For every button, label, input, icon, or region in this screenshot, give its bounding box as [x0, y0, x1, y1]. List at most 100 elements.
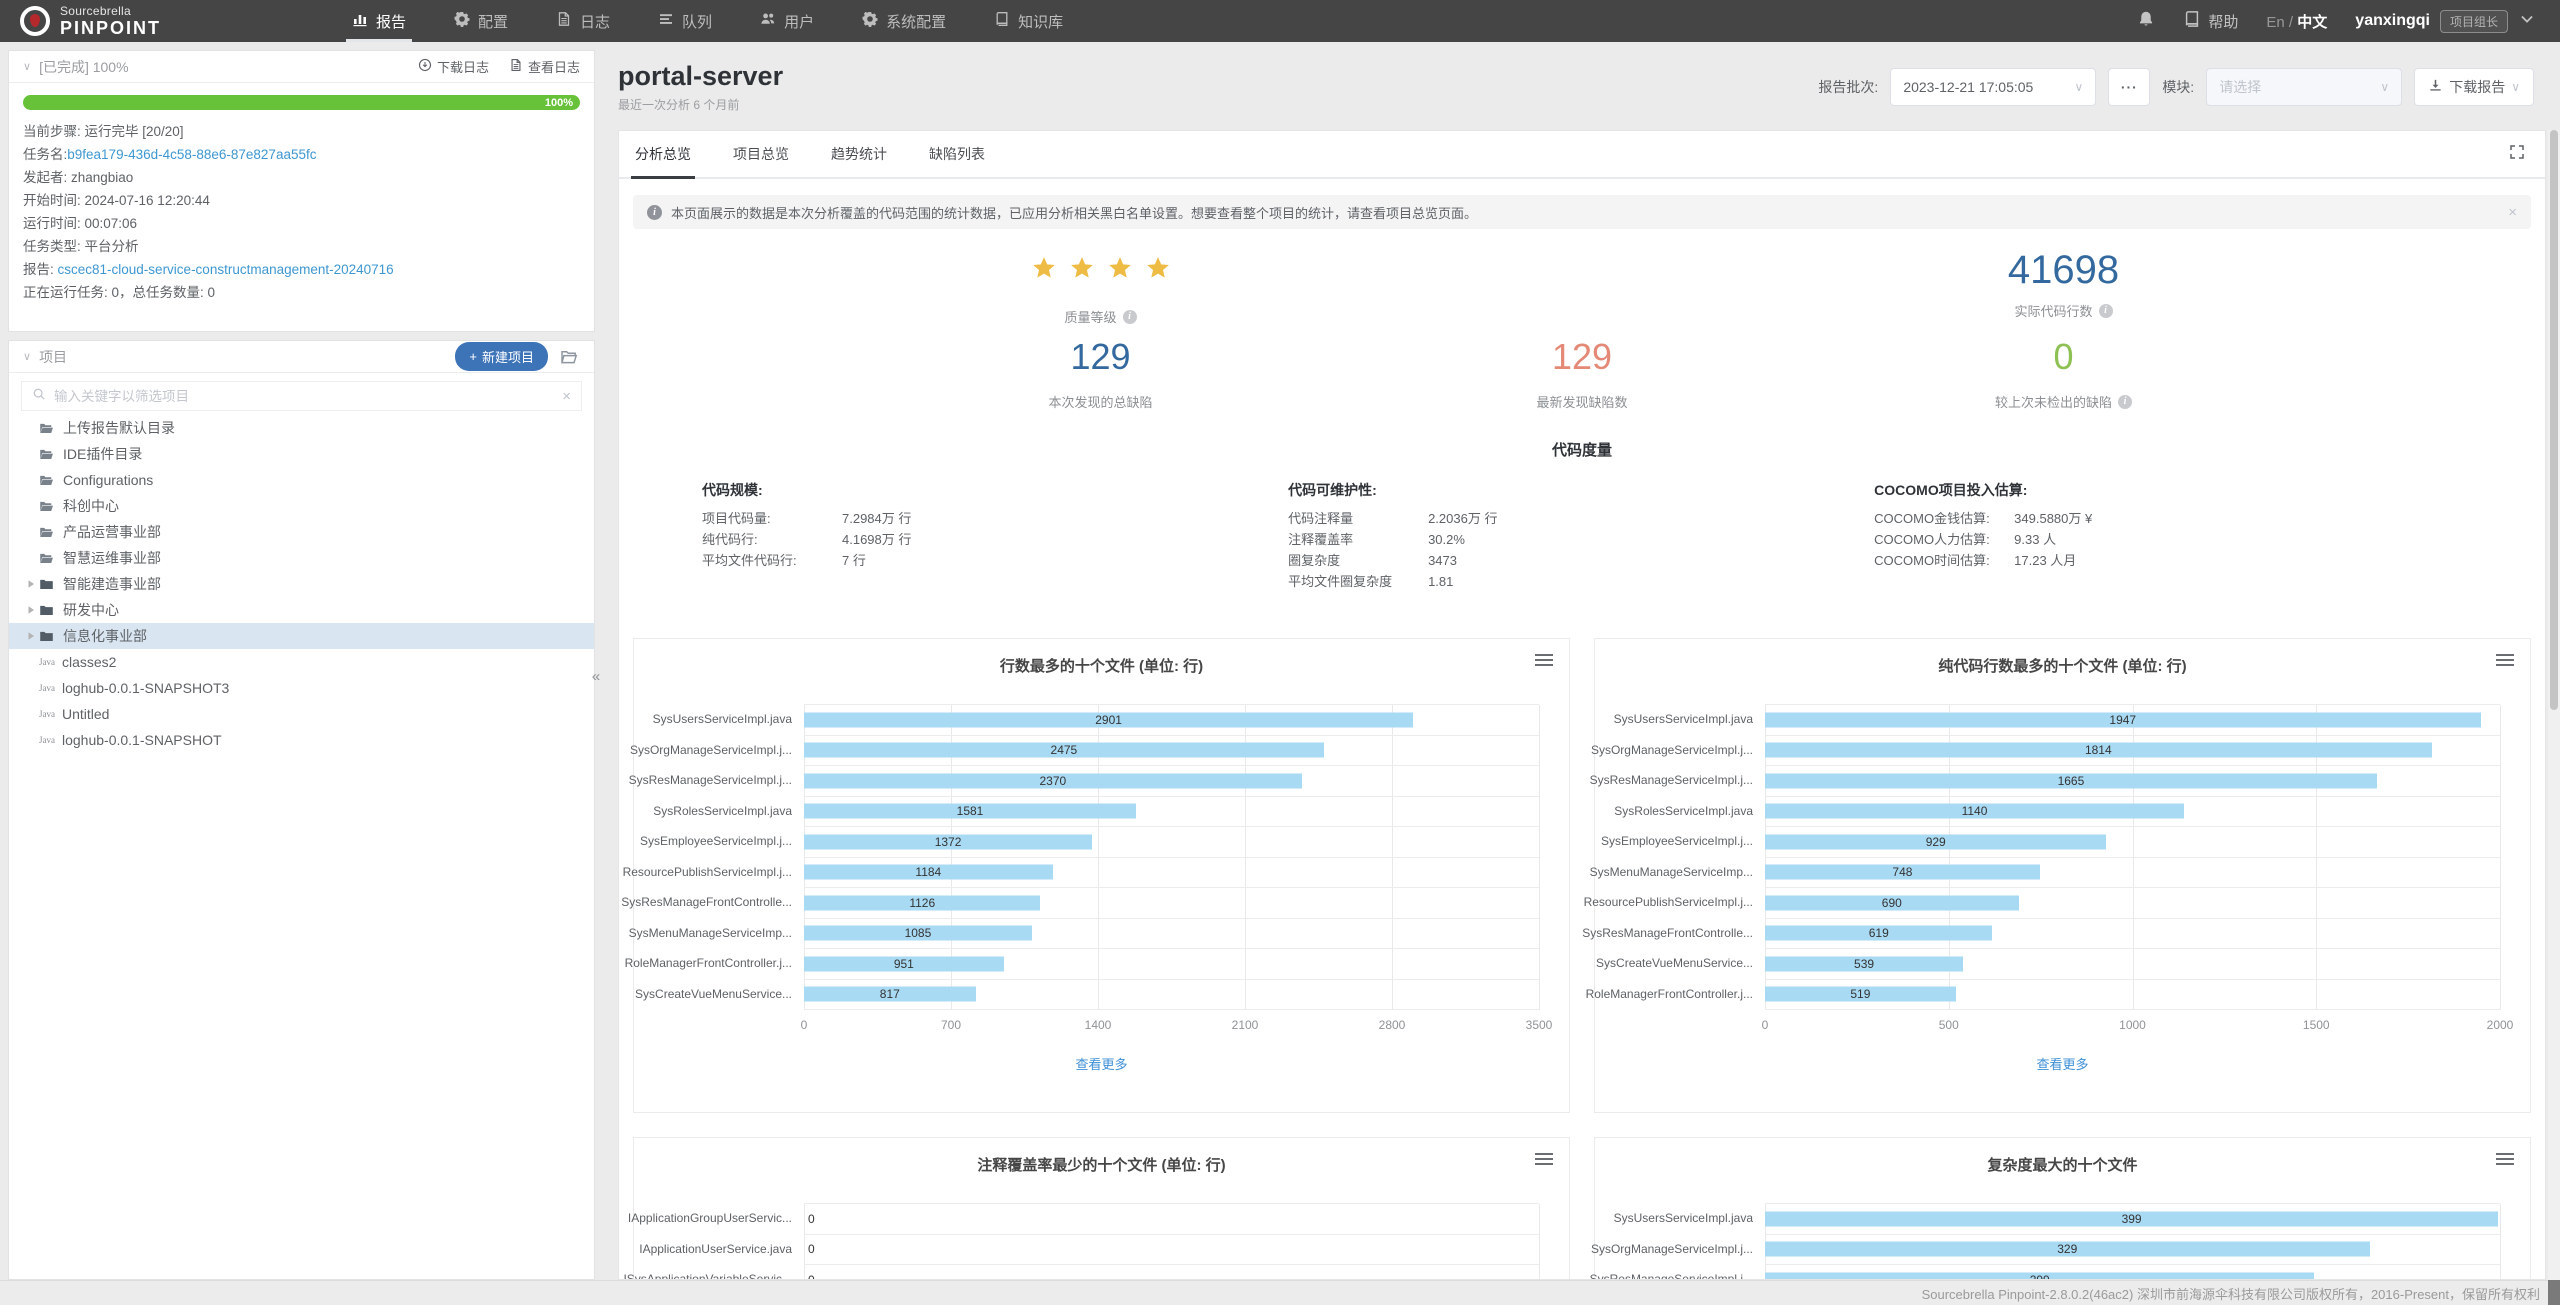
see-more-link[interactable]: 查看更多 — [1595, 1054, 2530, 1073]
folder-open-icon — [39, 447, 55, 462]
tab-4[interactable]: 缺陷列表 — [929, 131, 985, 177]
nav-item-knowledge-base[interactable]: 知识库 — [970, 0, 1087, 42]
chevron-down-icon[interactable]: ∨ — [23, 60, 31, 73]
book-icon — [994, 11, 1010, 31]
chart-category-label: SysResManageFrontControlle... — [1595, 918, 1765, 949]
chart-row: 0 — [804, 1265, 1539, 1280]
caret-right-icon[interactable] — [26, 605, 36, 615]
brand-logo[interactable]: Sourcebrella PINPOINT — [0, 5, 300, 37]
caret-right-icon[interactable] — [26, 631, 36, 641]
chart-x-axis: 07001400210028003500 — [804, 1010, 1539, 1038]
stats-row-2: 129本次发现的总缺陷129最新发现缺陷数0较上次未检出的缺陷i — [860, 336, 2305, 411]
module-select[interactable]: 请选择 ∨ — [2206, 68, 2402, 106]
chart-row: 1581 — [804, 797, 1539, 828]
folder-open-icon — [39, 473, 55, 488]
language-switch[interactable]: En / 中文 — [2266, 11, 2327, 32]
close-icon[interactable]: × — [2508, 204, 2517, 221]
batch-select[interactable]: 2023-12-21 17:05:05 ∨ — [1890, 68, 2096, 106]
tab-3[interactable]: 趋势统计 — [831, 131, 887, 177]
more-batches-button[interactable]: ··· — [2108, 68, 2150, 106]
tree-item-label: loghub-0.0.1-SNAPSHOT3 — [62, 680, 229, 696]
tree-item[interactable]: 产品运营事业部 — [9, 519, 594, 545]
tab-2[interactable]: 项目总览 — [733, 131, 789, 177]
sidebar-collapse-handle[interactable]: « — [589, 658, 603, 694]
metrics-groups: 代码规模:项目代码量:7.2984万 行纯代码行:4.1698万 行平均文件代码… — [702, 480, 2462, 592]
chart-row: 2901 — [804, 705, 1539, 736]
chart-card-1: 行数最多的十个文件 (单位: 行)SysUsersServiceImpl.jav… — [633, 638, 1570, 1113]
chevron-down-icon — [2518, 10, 2536, 32]
bar-value-label: 1140 — [1962, 804, 1988, 818]
tab-1[interactable]: 分析总览 — [635, 131, 691, 177]
new-project-button[interactable]: +新建项目 — [455, 342, 548, 371]
metric-row: 注释覆盖率30.2% — [1288, 529, 1874, 550]
hamburger-icon[interactable] — [1535, 1153, 1553, 1168]
metric-value: 1.81 — [1428, 571, 1453, 592]
close-icon[interactable]: × — [562, 388, 571, 405]
stat-value: 129 — [1070, 336, 1130, 378]
folder-open-icon[interactable] — [560, 347, 580, 367]
tree-item[interactable]: Javaloghub-0.0.1-SNAPSHOT — [9, 727, 594, 753]
metric-value: 9.33 人 — [2014, 529, 2056, 550]
tree-item-label: Configurations — [63, 472, 153, 488]
hamburger-icon[interactable] — [1535, 654, 1553, 669]
gear-icon — [862, 11, 878, 31]
download-log-button[interactable]: 下载日志 — [418, 57, 489, 76]
tree-item[interactable]: 上传报告默认目录 — [9, 415, 594, 441]
document-icon — [509, 58, 523, 75]
chart-row: 299 — [1765, 1265, 2500, 1280]
tree-item[interactable]: Javaclasses2 — [9, 649, 594, 675]
tree-item[interactable]: JavaUntitled — [9, 701, 594, 727]
bell-icon[interactable] — [2137, 10, 2155, 32]
download-report-button[interactable]: 下载报告 ∨ — [2414, 68, 2534, 106]
bar-value-label: 329 — [2057, 1242, 2077, 1256]
task-link[interactable]: b9fea179-436d-4c58-88e6-87e827aa55fc — [67, 147, 316, 162]
nav-item-users[interactable]: 用户 — [736, 0, 838, 42]
nav-item-config[interactable]: 配置 — [430, 0, 532, 42]
main-scrollbar[interactable] — [2548, 130, 2560, 1280]
help-button[interactable]: 帮助 — [2183, 10, 2238, 32]
chart-category-label: SysMenuManageServiceImp... — [1595, 857, 1765, 888]
scrollbar-thumb[interactable] — [2550, 130, 2558, 710]
metric-value: 2.2036万 行 — [1428, 508, 1497, 529]
queue-icon — [658, 11, 674, 31]
metric-row: 平均文件圈复杂度1.81 — [1288, 571, 1874, 592]
task-info-line: 正在运行任务: 0，总任务数量: 0 — [23, 281, 580, 304]
info-icon: i — [647, 205, 662, 220]
tree-item[interactable]: 研发中心 — [9, 597, 594, 623]
bar-value-label: 951 — [894, 957, 914, 971]
fullscreen-icon[interactable] — [2509, 144, 2529, 164]
metric-group-heading: 代码可维护性: — [1288, 480, 1874, 500]
tree-item[interactable]: 智能建造事业部 — [9, 571, 594, 597]
tree-item[interactable]: 科创中心 — [9, 493, 594, 519]
hamburger-icon[interactable] — [2496, 654, 2514, 669]
tree-item[interactable]: 信息化事业部 — [9, 623, 594, 649]
tree-item[interactable]: 智慧运维事业部 — [9, 545, 594, 571]
task-link[interactable]: cscec81-cloud-service-constructmanagemen… — [58, 262, 394, 277]
caret-right-icon[interactable] — [26, 579, 36, 589]
chart-row: 329 — [1765, 1235, 2500, 1266]
nav-item-logs[interactable]: 日志 — [532, 0, 634, 42]
nav-item-system-config[interactable]: 系统配置 — [838, 0, 970, 42]
chevron-down-icon[interactable]: ∨ — [23, 350, 31, 363]
info-icon[interactable]: i — [2099, 304, 2113, 318]
chart-category-labels: IApplicationGroupUserServic...IApplicati… — [634, 1203, 804, 1280]
view-log-button[interactable]: 查看日志 — [509, 57, 580, 76]
info-icon[interactable]: i — [1123, 310, 1137, 324]
hamburger-icon[interactable] — [2496, 1153, 2514, 1168]
project-search-input[interactable] — [54, 389, 554, 404]
nav-item-queue[interactable]: 队列 — [634, 0, 736, 42]
nav-item-report[interactable]: 报告 — [328, 0, 430, 42]
see-more-link[interactable]: 查看更多 — [634, 1054, 1569, 1073]
user-menu[interactable]: yanxingqi 项目组长 — [2355, 10, 2536, 33]
tree-item[interactable]: IDE插件目录 — [9, 441, 594, 467]
metric-group: 代码规模:项目代码量:7.2984万 行纯代码行:4.1698万 行平均文件代码… — [702, 480, 1288, 592]
chart-row: 2370 — [804, 766, 1539, 797]
bar-value-label: 399 — [2122, 1212, 2142, 1226]
java-icon: Java — [39, 709, 55, 719]
gridline — [1539, 705, 1540, 1010]
tree-item[interactable]: Configurations — [9, 467, 594, 493]
info-icon[interactable]: i — [2118, 395, 2132, 409]
tree-item[interactable]: Javaloghub-0.0.1-SNAPSHOT3 — [9, 675, 594, 701]
brand-name: Sourcebrella — [60, 5, 161, 17]
metric-group-heading: 代码规模: — [702, 480, 1288, 500]
